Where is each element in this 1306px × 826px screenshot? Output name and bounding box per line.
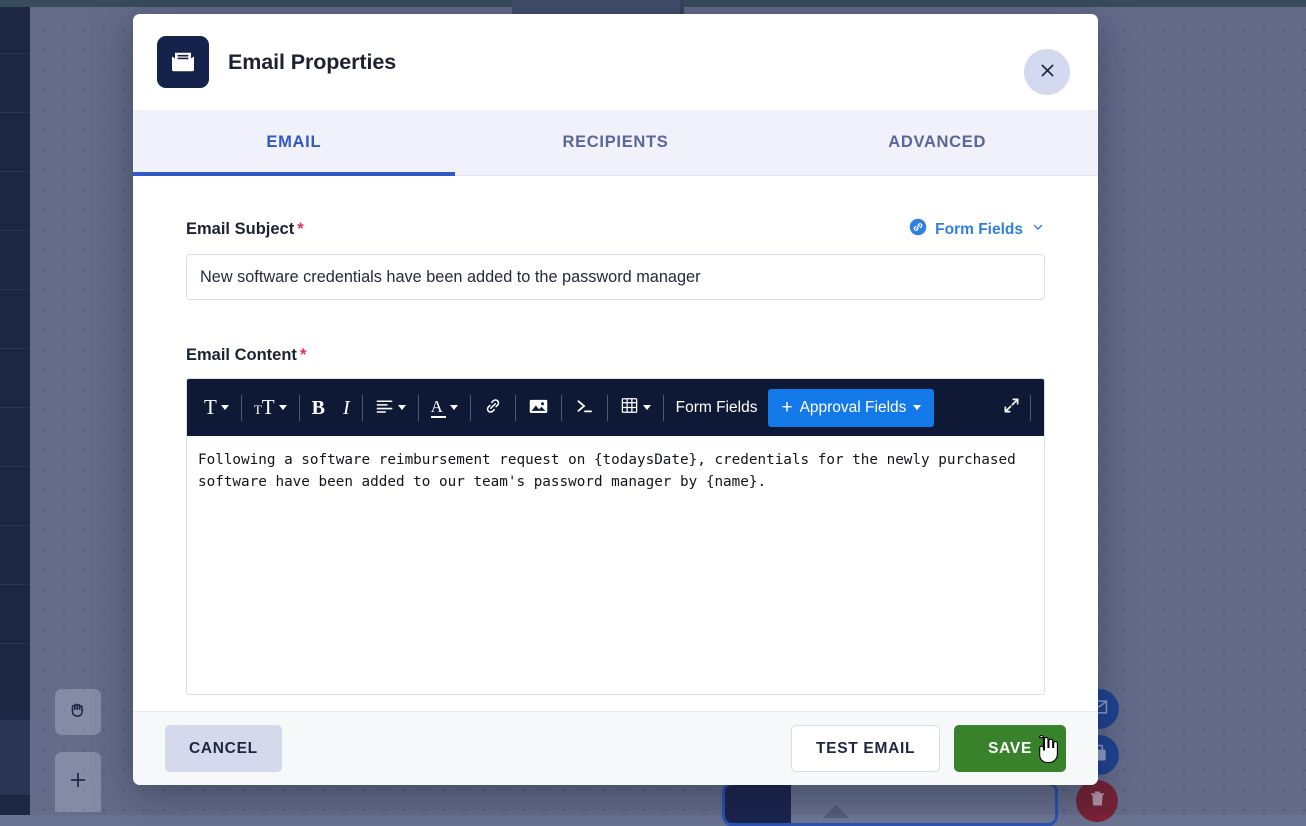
form-fields-link-label: Form Fields (935, 220, 1023, 238)
close-button[interactable] (1024, 49, 1070, 95)
required-asterisk: * (297, 220, 304, 238)
tab-recipients[interactable]: RECIPIENTS (455, 110, 777, 175)
close-icon (1038, 61, 1057, 83)
dialog-tabs: EMAIL RECIPIENTS ADVANCED (133, 110, 1098, 176)
chevron-down-icon (642, 405, 651, 410)
chevron-down-icon (449, 405, 458, 410)
link-circle-icon (909, 218, 927, 241)
required-asterisk: * (299, 346, 307, 364)
dialog-body: Email Subject * Form Fields New software… (133, 176, 1098, 711)
expand-editor-button[interactable] (992, 389, 1028, 427)
image-icon (528, 397, 549, 419)
font-color-icon: A (430, 398, 446, 418)
chevron-down-icon (1031, 220, 1045, 239)
email-properties-dialog: Email Properties EMAIL RECIPIENTS ADVANC… (133, 14, 1098, 785)
insert-image-button[interactable] (519, 389, 558, 427)
email-content-label: Email Content * (186, 346, 306, 365)
tab-email[interactable]: EMAIL (133, 110, 455, 176)
email-subject-label-text: Email Subject (186, 220, 295, 238)
test-email-button[interactable]: TEST EMAIL (791, 725, 941, 772)
italic-button[interactable]: I (334, 389, 359, 427)
editor-form-fields-button[interactable]: Form Fields (667, 389, 767, 427)
expand-icon (1001, 395, 1022, 420)
toolbar-divider (560, 394, 562, 421)
bold-icon: B (311, 396, 325, 419)
plus-icon: + (781, 397, 793, 418)
chevron-down-icon (220, 405, 229, 410)
approval-fields-label: Approval Fields (799, 398, 907, 416)
align-button[interactable] (366, 389, 415, 427)
email-subject-label: Email Subject * (186, 220, 304, 239)
tab-advanced[interactable]: ADVANCED (776, 110, 1098, 175)
cancel-button[interactable]: CANCEL (165, 725, 282, 772)
chevron-down-icon (913, 405, 922, 410)
toolbar-divider (606, 394, 608, 421)
toolbar-divider (662, 394, 664, 421)
toolbar-divider (469, 394, 471, 421)
align-left-icon (375, 398, 394, 418)
table-icon (620, 396, 639, 419)
toolbar-divider (361, 394, 363, 421)
toolbar-divider (1030, 394, 1031, 421)
form-fields-dropdown-link[interactable]: Form Fields (909, 218, 1045, 241)
subject-label-row: Email Subject * Form Fields (186, 218, 1045, 241)
approval-fields-button[interactable]: + Approval Fields (768, 388, 935, 427)
email-content-label-text: Email Content (186, 346, 297, 364)
bold-button[interactable]: B (303, 389, 334, 427)
dialog-header: Email Properties (133, 14, 1098, 110)
email-content-block: Email Content * T TT B I A Form Fields +… (186, 346, 1045, 695)
chevron-down-icon (397, 405, 406, 410)
code-icon (574, 397, 595, 419)
insert-table-button[interactable] (611, 389, 660, 427)
italic-icon: I (342, 396, 350, 419)
dialog-footer: CANCEL TEST EMAIL SAVE (133, 711, 1098, 785)
email-subject-input[interactable] (186, 254, 1045, 300)
font-family-button[interactable]: T (195, 389, 238, 427)
link-icon (483, 396, 503, 420)
insert-code-button[interactable] (565, 389, 604, 427)
email-envelope-icon (157, 36, 209, 88)
save-button[interactable]: SAVE (954, 725, 1066, 772)
font-size-button[interactable]: TT (245, 389, 296, 427)
toolbar-divider (417, 394, 419, 421)
font-size-icon: TT (253, 395, 275, 419)
page-title: Email Properties (228, 49, 397, 74)
content-label-row: Email Content * (186, 346, 1045, 365)
rich-text-editor: T TT B I A Form Fields + Approval Fields… (186, 378, 1045, 695)
toolbar-divider (298, 394, 300, 421)
insert-link-button[interactable] (474, 389, 512, 427)
serif-t-icon: T (204, 395, 217, 419)
font-color-button[interactable]: A (422, 389, 467, 427)
email-content-textarea[interactable]: Following a software reimbursement reque… (187, 436, 1044, 694)
toolbar-divider (514, 394, 516, 421)
editor-toolbar: T TT B I A Form Fields + Approval Fields (187, 379, 1044, 436)
toolbar-divider (240, 394, 242, 421)
chevron-down-icon (278, 405, 287, 410)
